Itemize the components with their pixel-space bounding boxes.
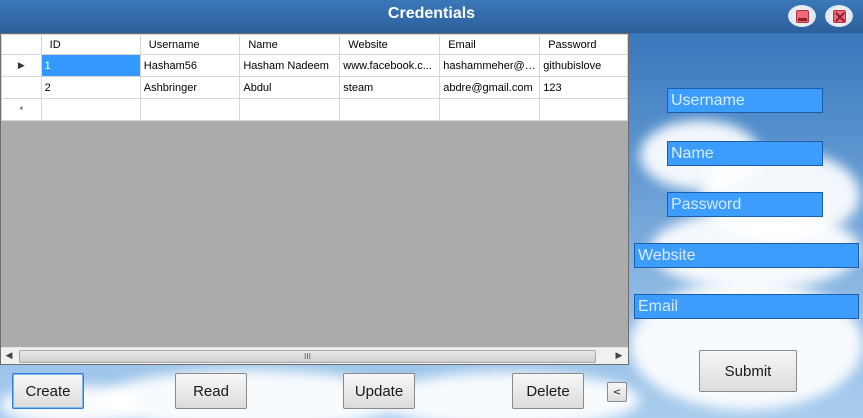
- cell-username[interactable]: Hasham56: [139, 54, 241, 77]
- cell-website[interactable]: www.facebook.c...: [339, 54, 441, 77]
- title-bar: Credentials: [0, 0, 863, 33]
- grid-table: ID Username Name Website Email Password …: [1, 34, 628, 121]
- scroll-left-icon[interactable]: ◀: [2, 350, 16, 363]
- read-button[interactable]: Read: [175, 373, 247, 409]
- grid-header-row: ID Username Name Website Email Password: [1, 34, 628, 55]
- website-field[interactable]: [634, 243, 859, 268]
- close-button[interactable]: [825, 5, 853, 27]
- update-button[interactable]: Update: [343, 373, 415, 409]
- window-title: Credentials: [387, 5, 476, 22]
- cell-password[interactable]: 123: [539, 76, 628, 99]
- collapse-button[interactable]: <: [607, 382, 627, 402]
- column-header-id[interactable]: ID: [40, 34, 141, 55]
- close-icon: [832, 9, 846, 23]
- horizontal-scrollbar[interactable]: ◀ III ▶: [1, 347, 628, 364]
- name-field[interactable]: [667, 141, 823, 166]
- row-header[interactable]: [1, 76, 42, 99]
- cell-email[interactable]: hashammeher@g...: [439, 54, 541, 77]
- cell-email[interactable]: abdre@gmail.com: [439, 76, 541, 99]
- cell-username[interactable]: Ashbringer: [139, 76, 241, 99]
- cell-password[interactable]: githubislove: [539, 54, 628, 77]
- column-header-name[interactable]: Name: [239, 34, 341, 55]
- cell-name[interactable]: Abdul: [239, 76, 341, 99]
- row-header-new[interactable]: *: [1, 98, 42, 121]
- delete-button[interactable]: Delete: [512, 373, 584, 409]
- email-field[interactable]: [634, 294, 859, 319]
- cell-id[interactable]: 2: [40, 76, 141, 99]
- new-row[interactable]: *: [1, 98, 628, 121]
- scroll-thumb[interactable]: III: [19, 350, 596, 363]
- username-field[interactable]: [667, 88, 823, 113]
- minimize-icon: [795, 9, 809, 23]
- column-header-username[interactable]: Username: [139, 34, 241, 55]
- row-header-corner[interactable]: [1, 34, 42, 55]
- cell-website[interactable]: [339, 98, 441, 121]
- column-header-email[interactable]: Email: [439, 34, 541, 55]
- table-row[interactable]: 2 Ashbringer Abdul steam abdre@gmail.com…: [1, 76, 628, 99]
- cell-id[interactable]: 1: [40, 54, 141, 77]
- create-button[interactable]: Create: [12, 373, 84, 409]
- cell-password[interactable]: [539, 98, 628, 121]
- cell-website[interactable]: steam: [339, 76, 441, 99]
- credentials-grid[interactable]: ID Username Name Website Email Password …: [0, 33, 629, 365]
- table-row[interactable]: ▶ 1 Hasham56 Hasham Nadeem www.facebook.…: [1, 54, 628, 77]
- cell-name[interactable]: [239, 98, 341, 121]
- password-field[interactable]: [667, 192, 823, 217]
- cell-name[interactable]: Hasham Nadeem: [239, 54, 341, 77]
- cell-id[interactable]: [40, 98, 141, 121]
- minimize-button[interactable]: [788, 5, 816, 27]
- submit-button[interactable]: Submit: [699, 350, 797, 392]
- scroll-right-icon[interactable]: ▶: [612, 350, 626, 363]
- column-header-website[interactable]: Website: [339, 34, 441, 55]
- column-header-password[interactable]: Password: [539, 34, 628, 55]
- cell-username[interactable]: [139, 98, 241, 121]
- row-header-current[interactable]: ▶: [1, 54, 42, 77]
- cell-email[interactable]: [439, 98, 541, 121]
